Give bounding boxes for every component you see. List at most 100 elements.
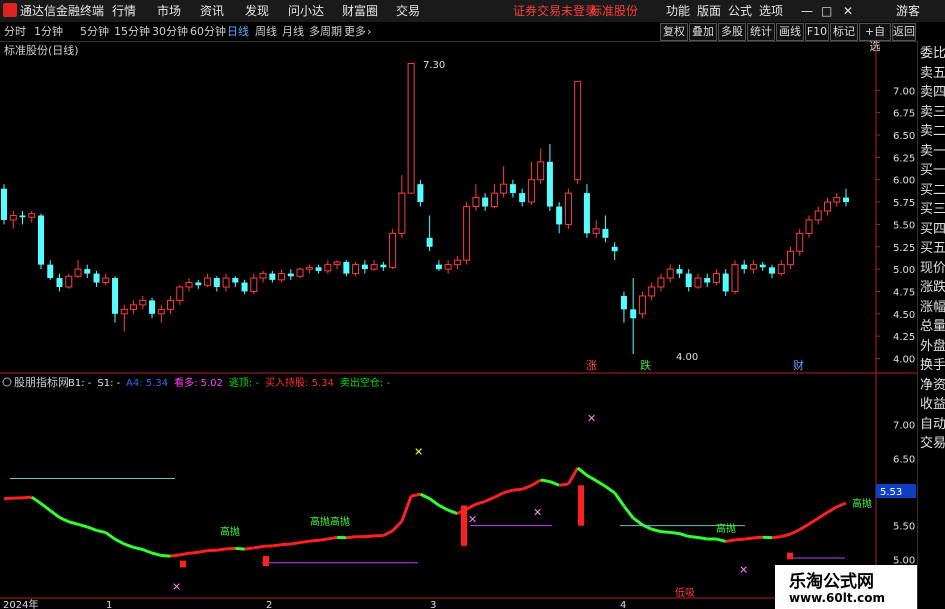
candle-body (731, 264, 739, 292)
tf-15min[interactable]: 15分钟 (114, 24, 150, 39)
x-label-3: 3 (430, 600, 436, 609)
tf-5min[interactable]: 5分钟 (80, 24, 109, 39)
indicator-segment (77, 522, 88, 529)
menu-banmian[interactable]: 版面 (697, 2, 721, 20)
marker-cai[interactable]: 财 (793, 358, 804, 372)
btn-diejia[interactable]: 叠加 (689, 23, 717, 41)
indicator-segment (216, 547, 227, 552)
signal-bar (461, 505, 467, 546)
btn-duogu[interactable]: 多股 (718, 23, 746, 41)
tf-30min[interactable]: 30分钟 (152, 24, 188, 39)
menu-xuanxiang[interactable]: 选项 (759, 2, 783, 20)
marker-zhang[interactable]: 涨 (586, 359, 597, 372)
candle-body (120, 308, 128, 315)
login-notice[interactable]: 证券交易未登录 (513, 2, 597, 20)
side-label: 卖一 (920, 143, 945, 159)
indicator-segment (688, 534, 699, 539)
watermark-url: www.60lt.com (789, 591, 886, 605)
indicator-segment (679, 532, 690, 538)
tf-fenshi[interactable]: 分时 (4, 24, 26, 39)
btn-biaoji[interactable]: 标记 (830, 23, 858, 41)
candle-body (343, 261, 350, 274)
chevron-right-icon[interactable]: › (367, 24, 371, 39)
menu-hangqing[interactable]: 行情 (112, 2, 136, 20)
menu-faxian[interactable]: 发现 (245, 2, 269, 20)
price-tick: 5.50 (893, 220, 915, 231)
side-label: 卖四 (920, 85, 945, 100)
candle-body (694, 277, 702, 288)
indicator-segment (22, 495, 32, 500)
indicator-name: 股朋指标网 (14, 375, 69, 389)
guest-label[interactable]: 游客 (896, 2, 920, 20)
menu-gongshi[interactable]: 公式 (728, 2, 752, 20)
menu-jiaoyi[interactable]: 交易 (396, 2, 420, 20)
candle-body (749, 264, 757, 270)
minimize-icon[interactable]: — (801, 2, 813, 20)
side-label: 现价 (920, 260, 945, 276)
candle-body (185, 282, 193, 288)
tf-multi[interactable]: 多周期 (309, 24, 342, 39)
indicator-segment (484, 495, 496, 503)
tf-more[interactable]: 更多 (344, 24, 366, 39)
app-title: 通达信金融终端 (20, 4, 105, 18)
tf-monthly[interactable]: 月线 (282, 24, 304, 39)
btn-add-watchlist[interactable]: +自选 (859, 23, 891, 53)
kline-chart[interactable]: ✕ ✕ ✕ ✕ ✕ ✕ 标准股份(日线) 7.30 4.00 涨 跌 财 7.00 6.75… (0, 41, 917, 609)
candle-body (250, 277, 258, 292)
candle-body (768, 267, 775, 274)
btn-fuquan[interactable]: 复权 (660, 23, 688, 41)
candle-body (398, 192, 406, 234)
candle-body (232, 278, 239, 283)
indicator-segment (318, 537, 329, 542)
candle-body (84, 269, 91, 274)
btn-huaxian[interactable]: 画线 (776, 23, 804, 41)
candle-body (112, 278, 119, 314)
indicator-segment (475, 499, 486, 506)
btn-f10[interactable]: F10 (805, 23, 829, 41)
x-label-year: 2024年 (3, 598, 38, 609)
indicator-segment (771, 535, 782, 540)
menu-gongneng[interactable]: 功能 (666, 2, 690, 20)
low-price-label: 4.00 (676, 352, 698, 363)
indicator-segment (96, 528, 107, 535)
menu-wenxiaoda[interactable]: 问小达 (288, 2, 324, 20)
maximize-icon[interactable]: □ (821, 2, 832, 20)
candle-body (823, 201, 831, 212)
candle-body (843, 197, 849, 203)
side-label: 买五 (920, 241, 945, 256)
indicator-segment (447, 508, 458, 515)
close-icon[interactable]: ✕ (843, 2, 853, 20)
btn-tongji[interactable]: 统计 (747, 23, 775, 41)
candle-body (482, 197, 489, 207)
menu-shichang[interactable]: 市场 (157, 2, 181, 20)
indicator-segment (465, 502, 477, 511)
candle-body (130, 304, 138, 310)
watermark: 乐淘公式网 www.60lt.com (775, 565, 917, 609)
marker-die[interactable]: 跌 (640, 358, 651, 372)
tf-60min[interactable]: 60分钟 (190, 24, 226, 39)
candle-body (296, 268, 304, 277)
indicator-segment (540, 478, 551, 484)
menu-caifuquan[interactable]: 财富圈 (342, 2, 378, 20)
candle-body (527, 179, 535, 203)
indicator-segment (632, 516, 644, 527)
candle-body (56, 278, 63, 287)
tf-weekly[interactable]: 周线 (255, 24, 277, 39)
indicator-segment (595, 479, 607, 488)
candle-body (352, 264, 360, 275)
tf-1min[interactable]: 1分钟 (34, 24, 63, 39)
current-value-box: 5.53 (876, 484, 916, 498)
menu-zixun[interactable]: 资讯 (200, 2, 224, 20)
indicator-segment (613, 491, 626, 507)
candle-body (583, 193, 590, 234)
indicator-segment (670, 530, 680, 536)
high-price-label: 7.30 (423, 60, 445, 71)
indicator-segment (86, 525, 98, 532)
candle-body (463, 206, 471, 261)
candle-body (490, 192, 498, 208)
btn-back[interactable]: 返回 (892, 23, 916, 41)
tf-daily[interactable]: 日线 (227, 24, 249, 39)
indicator-segment (428, 497, 440, 507)
signal-bar (787, 552, 793, 560)
indicator-segment (808, 516, 820, 526)
